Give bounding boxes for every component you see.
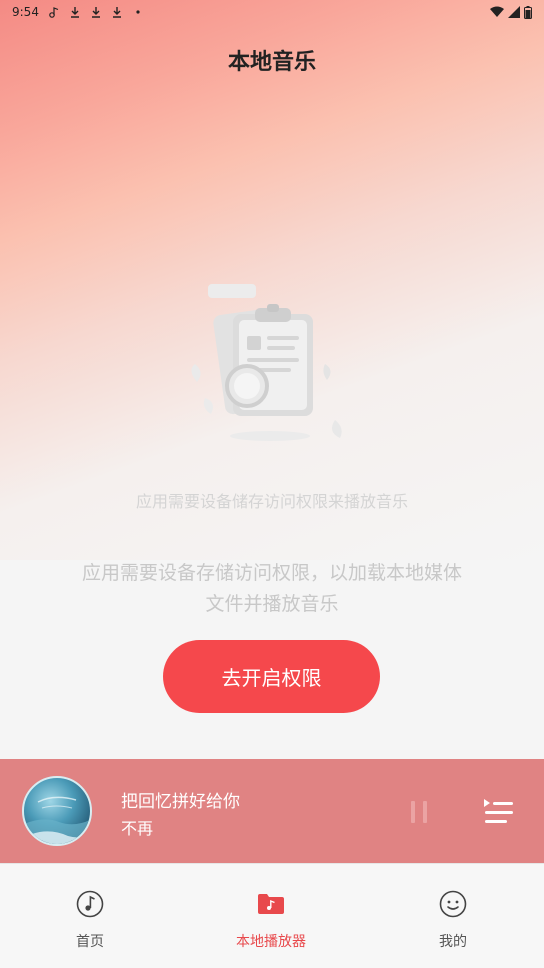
- nav-item-home[interactable]: 首页: [30, 864, 150, 968]
- nav-item-local-player[interactable]: 本地播放器: [211, 864, 331, 968]
- status-time: 9:54: [12, 5, 39, 19]
- nav-label-me: 我的: [439, 934, 467, 950]
- mini-player[interactable]: [0, 759, 544, 863]
- song-artist: 不再: [121, 819, 154, 838]
- nav-label-local-player: 本地播放器: [236, 934, 306, 950]
- music-folder-icon: [258, 894, 284, 914]
- music-notification-icon: [49, 7, 59, 18]
- permission-hint-main: 应用需要设备存储访问权限，以加载本地媒体文件并播放音乐: [81, 562, 462, 615]
- status-bar: 9:54: [0, 0, 544, 24]
- cell-signal-icon: [508, 6, 520, 18]
- battery-icon: [524, 5, 532, 19]
- nav-label-home: 首页: [76, 934, 104, 950]
- download-icon: [112, 7, 121, 18]
- smiley-icon: [439, 890, 467, 918]
- download-icon: [91, 7, 100, 18]
- playlist-icon[interactable]: [480, 795, 516, 829]
- song-title: 把回忆拼好给你: [121, 792, 240, 812]
- pause-icon[interactable]: [405, 797, 433, 827]
- clipboard-search-icon: [191, 284, 342, 441]
- grant-permission-button[interactable]: 去开启权限: [163, 640, 380, 713]
- page-title: 本地音乐: [227, 50, 316, 75]
- music-note-icon: [76, 890, 104, 918]
- download-icon: [70, 7, 79, 18]
- nav-item-me[interactable]: 我的: [393, 864, 513, 968]
- dot-icon: [136, 10, 140, 14]
- album-cover-image: [24, 796, 90, 844]
- album-art[interactable]: [22, 776, 92, 846]
- wifi-icon: [490, 6, 504, 17]
- permission-hint-small: 应用需要设备储存访问权限来播放音乐: [135, 492, 408, 511]
- bottom-nav: 首页 本地播放器 我的: [0, 863, 544, 968]
